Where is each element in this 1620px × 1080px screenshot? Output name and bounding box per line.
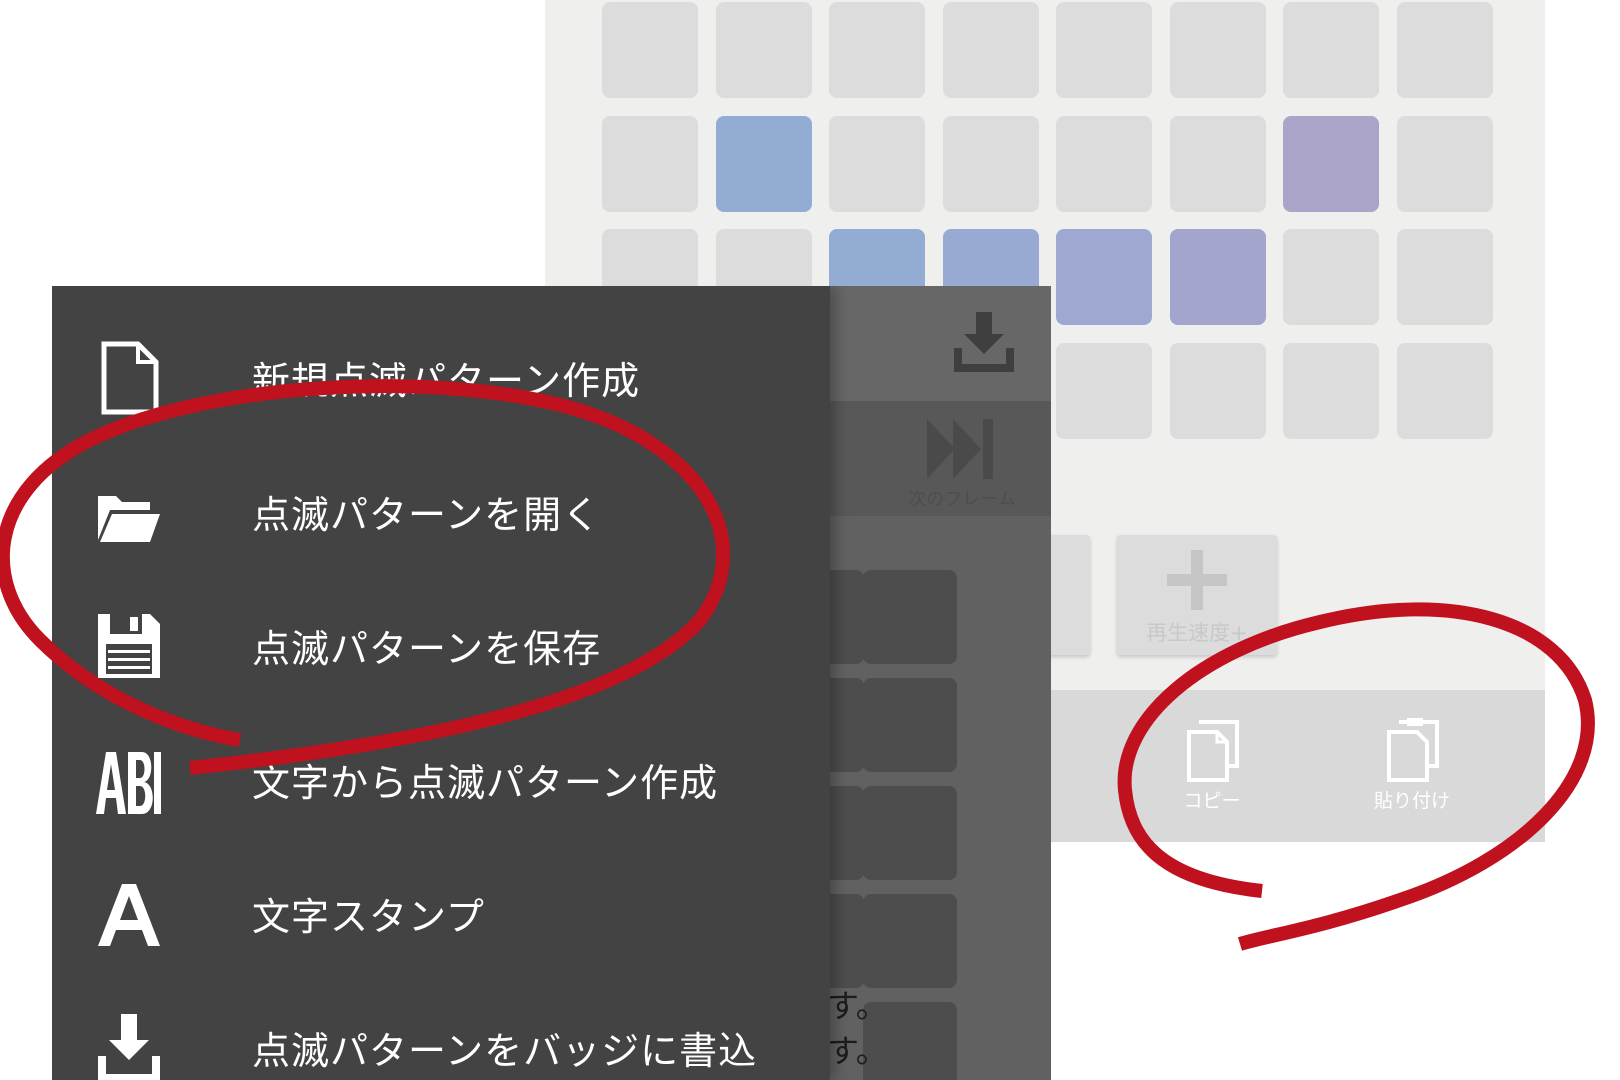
next-frame-label: 次のフレーム	[908, 489, 1016, 510]
led-cell[interactable]	[1056, 2, 1152, 98]
led-cell[interactable]	[1396, 115, 1493, 212]
plus-icon	[1167, 550, 1227, 610]
app-screen: 次のフレーム す。 す。 新規点滅パターン作成 点滅パターンを開く 点滅パターン…	[52, 286, 1051, 1080]
pattern-cell[interactable]	[863, 678, 957, 772]
copy-button[interactable]: コピー	[1157, 718, 1267, 818]
led-cell[interactable]	[715, 2, 812, 98]
led-cell[interactable]	[1169, 2, 1266, 98]
letter-a-icon	[98, 884, 160, 946]
speed-up-label: 再生速度+	[1146, 621, 1248, 645]
led-cell[interactable]	[1283, 2, 1379, 98]
led-cell[interactable]	[1056, 342, 1152, 439]
menu-item-new-pattern[interactable]: 新規点滅パターン作成	[52, 312, 830, 446]
led-cell[interactable]	[1396, 342, 1493, 439]
pattern-cell[interactable]	[863, 786, 957, 880]
body-text-line: す。	[827, 1032, 888, 1070]
menu-item-text-stamp[interactable]: 文字スタンプ	[52, 848, 830, 982]
led-cell[interactable]	[1169, 115, 1266, 212]
led-cell[interactable]	[602, 2, 698, 98]
led-cell[interactable]	[715, 115, 812, 212]
led-cell[interactable]	[1169, 229, 1266, 325]
led-cell[interactable]	[1396, 2, 1493, 98]
paste-icon	[1387, 718, 1439, 782]
led-cell[interactable]	[1283, 229, 1379, 325]
led-cell[interactable]	[1056, 115, 1152, 212]
download-tray-icon	[98, 1014, 160, 1080]
copy-icon	[1187, 720, 1239, 782]
new-file-icon	[101, 341, 159, 415]
menu-item-save-pattern[interactable]: 点滅パターンを保存	[52, 580, 830, 714]
led-cell[interactable]	[829, 2, 925, 98]
led-cell[interactable]	[942, 115, 1039, 212]
floppy-disk-icon	[98, 614, 160, 678]
body-text-line: す。	[827, 987, 888, 1025]
next-frame-button[interactable]: 次のフレーム	[892, 409, 1032, 510]
menu-item-pattern-from-text[interactable]: 文字から点滅パターン作成	[52, 714, 830, 848]
led-cell[interactable]	[1396, 229, 1493, 325]
copy-label: コピー	[1183, 790, 1241, 812]
led-cell[interactable]	[1283, 115, 1379, 212]
menu-item-label: 新規点滅パターン作成	[252, 359, 641, 403]
led-cell[interactable]	[1169, 342, 1266, 439]
menu-item-label: 点滅パターンをバッジに書込	[252, 1029, 758, 1073]
paste-button[interactable]: 貼り付け	[1357, 718, 1467, 818]
led-cell[interactable]	[829, 115, 925, 212]
navigation-drawer: 新規点滅パターン作成 点滅パターンを開く 点滅パターンを保存 文字から点滅パター…	[52, 286, 830, 1080]
paste-label: 貼り付け	[1373, 790, 1450, 812]
menu-item-open-pattern[interactable]: 点滅パターンを開く	[52, 446, 830, 580]
menu-item-label: 点滅パターンを保存	[252, 627, 602, 671]
led-cell[interactable]	[602, 115, 698, 212]
menu-item-label: 文字スタンプ	[252, 895, 485, 939]
menu-item-label: 点滅パターンを開く	[252, 493, 602, 537]
skip-forward-icon	[927, 419, 993, 479]
speed-up-button[interactable]: 再生速度+	[1117, 535, 1277, 655]
pattern-cell[interactable]	[863, 570, 957, 664]
led-cell[interactable]	[1056, 229, 1152, 325]
text-abc-icon	[96, 752, 161, 814]
pattern-cell[interactable]	[863, 894, 957, 988]
menu-item-write-to-badge[interactable]: 点滅パターンをバッジに書込	[52, 982, 830, 1080]
download-icon[interactable]	[952, 312, 1016, 376]
folder-open-icon	[98, 496, 160, 542]
menu-item-label: 文字から点滅パターン作成	[252, 761, 719, 805]
led-cell[interactable]	[942, 2, 1039, 98]
led-cell[interactable]	[1283, 342, 1379, 439]
